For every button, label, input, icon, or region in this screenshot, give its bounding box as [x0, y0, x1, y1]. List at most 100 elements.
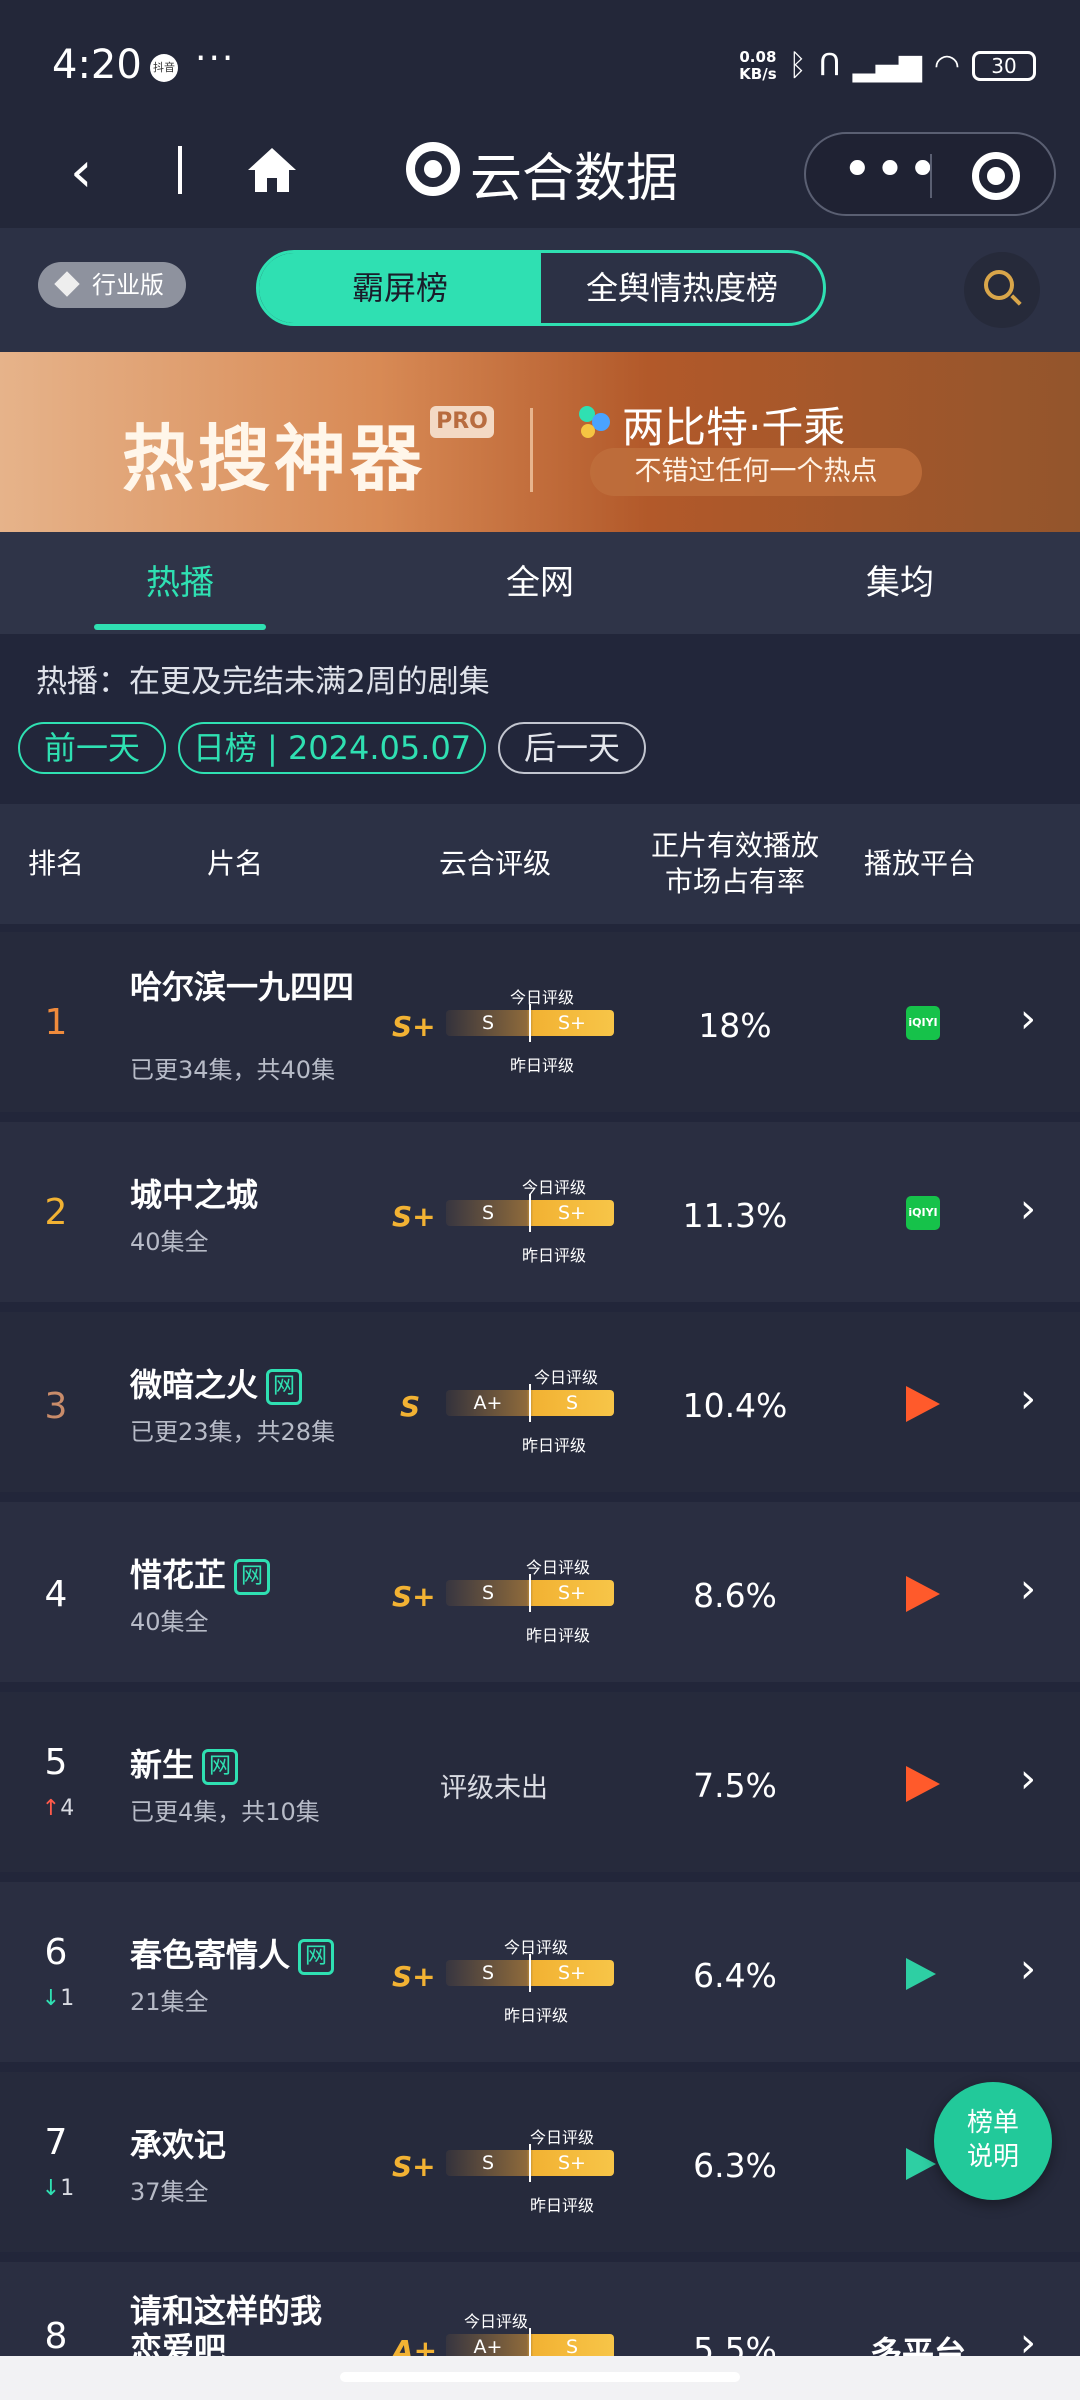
grade-compare-bar: S S+: [446, 1574, 614, 1612]
grade-compare-bar: A+ S: [446, 1384, 614, 1422]
yesterday-grade-label: 昨日评级: [509, 1056, 574, 1075]
show-title: 城中之城: [130, 1176, 259, 1214]
col-rank: 排名: [27, 847, 84, 880]
show-title: 微暗之火网: [130, 1366, 370, 1405]
col-market-share: 正片有效播放 市场占有率: [650, 829, 819, 898]
tencent-video-icon: [906, 1958, 936, 1990]
today-grade-label: 今日评级: [509, 988, 574, 1007]
episode-info: 已更23集，共28集: [130, 1418, 336, 1446]
today-grade-label: 今日评级: [525, 1558, 590, 1577]
rank-number: 8: [44, 2316, 68, 2357]
app-title: 云合数据: [470, 149, 679, 209]
yesterday-grade-label: 昨日评级: [521, 1436, 586, 1455]
prev-day-button[interactable]: 前一天: [18, 722, 166, 774]
table-row[interactable]: 3 微暗之火网 已更23集，共28集 S 今日评级 A+ S 昨日评级 10.4%…: [0, 1312, 1080, 1492]
app-notification-icon: 抖音: [150, 54, 178, 82]
table-row[interactable]: 7 ↓1 承欢记 37集全 S+ 今日评级 SS+ 昨日评级 6.3% ›: [0, 2072, 1080, 2252]
version-badge[interactable]: 行业版: [38, 262, 186, 308]
promo-banner[interactable]: 热搜神器 PRO 两比特·千乘 不错过任何一个热点: [0, 352, 1080, 532]
date-picker-button[interactable]: 日榜 | 2024.05.07: [178, 722, 486, 774]
table-row[interactable]: 1 哈尔滨一九四四 已更34集，共40集 S+ 今日评级 S S+ 昨日评级 18…: [0, 932, 1080, 1112]
home-icon[interactable]: [244, 142, 300, 198]
search-button[interactable]: [964, 252, 1040, 328]
today-grade-label: 今日评级: [529, 2128, 594, 2147]
status-time: 4:20: [52, 42, 142, 88]
home-indicator[interactable]: [340, 2372, 740, 2382]
ranking-explanation-button[interactable]: 榜单 说明: [934, 2082, 1052, 2200]
grade-compare-bar: S S+: [446, 2144, 614, 2182]
ranking-type-switch: 霸屏榜 全舆情热度榜: [256, 250, 826, 326]
tencent-video-icon: [906, 2148, 936, 2180]
bluetooth-icon: ᛒ: [788, 48, 807, 83]
market-share: 6.3%: [693, 2146, 777, 2185]
iqiyi-icon: iQIYI: [906, 1006, 940, 1040]
grade-current: S+: [392, 1200, 436, 1233]
chevron-right-icon[interactable]: ›: [1020, 1756, 1036, 1802]
more-icon[interactable]: •••: [842, 140, 940, 200]
episode-info: 已更34集，共40集: [130, 1056, 336, 1084]
chevron-right-icon[interactable]: ›: [1020, 1376, 1036, 1422]
close-miniprogram-icon[interactable]: [972, 152, 1020, 200]
tab-airing[interactable]: 热播: [0, 532, 360, 634]
iqiyi-icon: iQIYI: [906, 1196, 940, 1230]
show-title: 承欢记: [130, 2126, 227, 2164]
rank-trend: ↓1: [41, 1986, 75, 2011]
table-row[interactable]: 2 城中之城 40集全 S+ 今日评级 S S+ 昨日评级 11.3% iQIYI…: [0, 1122, 1080, 1302]
version-label: 行业版: [92, 271, 164, 299]
tab-all-network[interactable]: 全网: [360, 532, 720, 634]
youku-icon: [906, 1576, 940, 1612]
signal-icon: ▂▄▆: [852, 48, 922, 83]
grade-compare-bar: S S+: [446, 1194, 614, 1232]
banner-brand: 两比特·千乘: [622, 403, 846, 452]
rank-trend: ↑4: [41, 1796, 75, 1821]
col-platform: 播放平台: [863, 847, 976, 880]
table-header: 排名 片名 云合评级 正片有效播放 市场占有率 播放平台: [0, 804, 1080, 924]
tab-episode-average[interactable]: 集均: [720, 532, 1080, 634]
brand-logo-icon: [579, 406, 610, 438]
today-grade-label: 今日评级: [503, 1938, 568, 1957]
banner-tagline: 不错过任何一个热点: [590, 448, 922, 496]
back-icon[interactable]: ‹: [70, 140, 92, 205]
chevron-right-icon[interactable]: ›: [1020, 1946, 1036, 1992]
pro-badge: PRO: [430, 406, 494, 438]
table-row[interactable]: 4 惜花芷网 40集全 S+ 今日评级 S S+ 昨日评级 8.6% ›: [0, 1502, 1080, 1682]
show-title: 新生网: [130, 1746, 360, 1785]
net-drama-badge: 网: [234, 1559, 271, 1595]
rank-trend: ↓1: [41, 2176, 75, 2201]
rank-number: 1: [44, 1002, 68, 1043]
show-title: 哈尔滨一九四四: [130, 968, 355, 1006]
col-title: 片名: [206, 847, 263, 880]
market-share: 11.3%: [682, 1196, 788, 1235]
list-description: 热播：在更及完结未满2周的剧集: [36, 664, 490, 700]
today-grade-label: 今日评级: [521, 1178, 586, 1197]
today-grade-label: 今日评级: [463, 2312, 528, 2331]
rank-number: 6: [44, 1932, 68, 1973]
rank-number: 2: [44, 1192, 68, 1233]
rank-number: 7: [44, 2122, 68, 2163]
net-drama-badge: 网: [202, 1749, 239, 1785]
status-bar: 4:20 抖音 ··· 0.08 KB/s ᛒ ᑎ ▂▄▆ ◠ 30: [0, 0, 1080, 132]
yesterday-grade-label: 昨日评级: [525, 1626, 590, 1645]
table-row[interactable]: 5 ↑4 新生网 已更4集，共10集 评级未出 7.5% ›: [0, 1692, 1080, 1872]
today-grade-label: 今日评级: [533, 1368, 598, 1387]
next-day-button[interactable]: 后一天: [498, 722, 646, 774]
yesterday-grade-label: 昨日评级: [503, 2006, 568, 2025]
grade-current: S+: [392, 1580, 436, 1613]
chevron-right-icon[interactable]: ›: [1020, 1186, 1036, 1232]
chevron-right-icon[interactable]: ›: [1020, 996, 1036, 1042]
capsule-divider: [930, 154, 932, 198]
rank-number: 5: [44, 1742, 68, 1783]
grade-compare-bar: S S+: [446, 1954, 614, 1992]
chevron-right-icon[interactable]: ›: [1020, 1566, 1036, 1612]
status-icons: 0.08 KB/s ᛒ ᑎ ▂▄▆ ◠ 30: [739, 48, 1036, 83]
search-icon: [984, 270, 1014, 300]
episode-info: 已更4集，共10集: [130, 1798, 320, 1826]
table-row[interactable]: 6 ↓1 春色寄情人网 21集全 S+ 今日评级 S S+ 昨日评级 6.4% ›: [0, 1882, 1080, 2062]
seg-tab-opinion-heat[interactable]: 全舆情热度榜: [541, 253, 823, 323]
seg-tab-dominance[interactable]: 霸屏榜: [259, 253, 541, 323]
market-share: 18%: [698, 1006, 772, 1045]
more-notifications-icon: ···: [195, 38, 236, 79]
miniprogram-capsule: •••: [804, 132, 1056, 216]
show-title: 春色寄情人网: [130, 1936, 390, 1975]
nav-divider: [178, 146, 182, 194]
